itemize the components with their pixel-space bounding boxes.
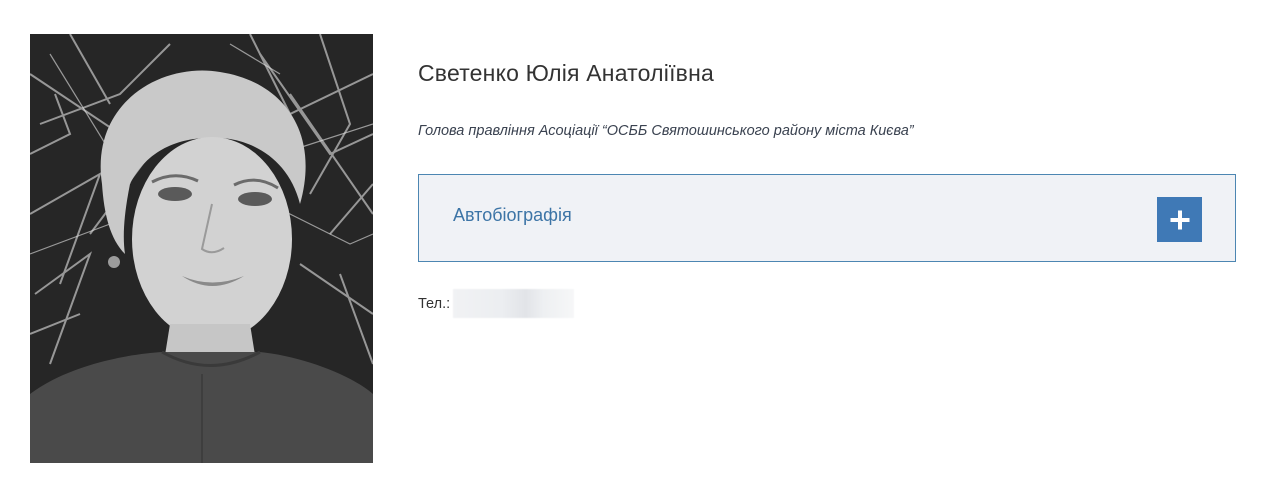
biography-accordion[interactable]: Автобіографія	[418, 174, 1236, 262]
accordion-title[interactable]: Автобіографія	[453, 205, 572, 226]
phone-number-redacted	[453, 289, 575, 318]
person-position: Голова правління Асоціації “ОСББ Святоши…	[418, 123, 914, 139]
phone-row: Тел.:	[418, 289, 575, 318]
person-name: Светенко Юлія Анатоліївна	[418, 60, 714, 86]
expand-button[interactable]	[1157, 197, 1202, 242]
phone-label: Тел.:	[418, 295, 451, 312]
portrait-photo	[30, 34, 373, 463]
